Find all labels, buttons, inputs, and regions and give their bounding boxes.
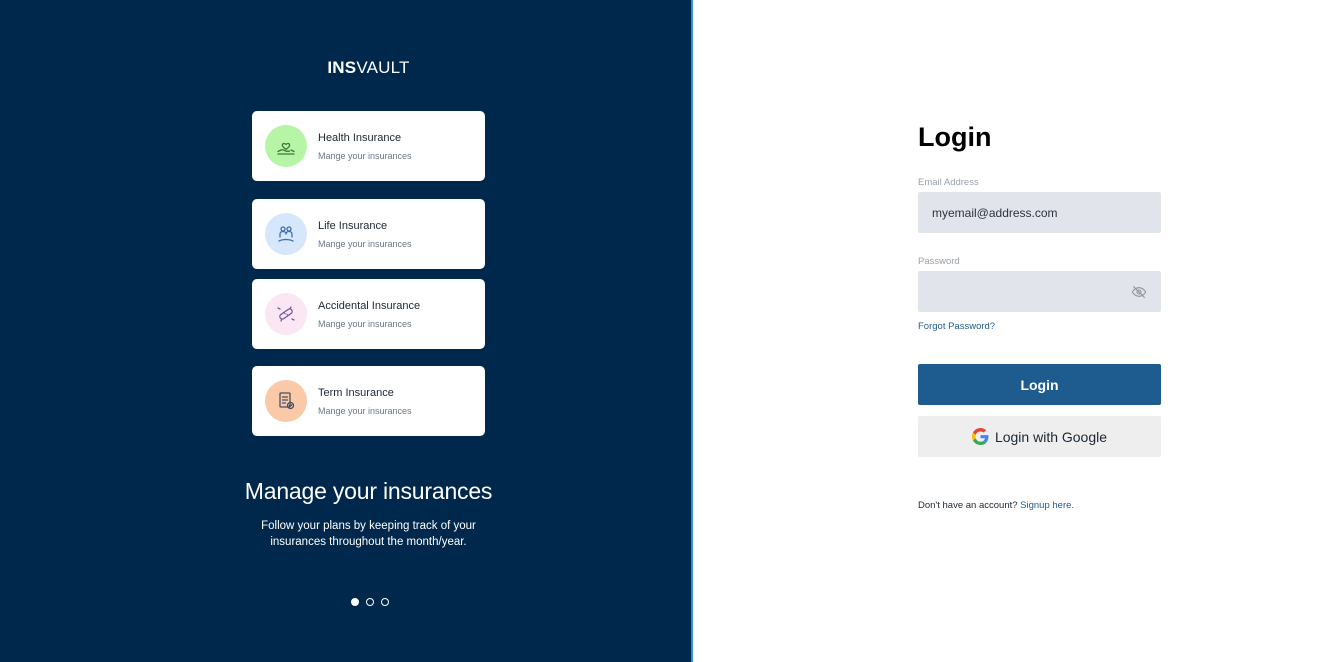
accident-bandage-icon (265, 293, 307, 335)
signup-prompt: Don't have an account? (918, 500, 1018, 511)
email-field[interactable] (918, 192, 1161, 233)
eye-off-icon[interactable] (1130, 284, 1148, 300)
google-icon (971, 428, 989, 445)
health-hand-heart-icon (265, 125, 307, 167)
panel-divider (691, 0, 693, 662)
card-subtitle: Mange your insurances (318, 239, 412, 249)
login-button[interactable]: Login (918, 364, 1161, 405)
signup-row: Don't have an account? Signup here. (918, 500, 1074, 511)
card-life-insurance[interactable]: Life Insurance Mange your insurances (252, 199, 485, 269)
carousel-dot-2[interactable] (366, 598, 374, 606)
card-title: Accidental Insurance (318, 300, 421, 312)
brand-logo-light: VAULT (356, 58, 410, 77)
brand-logo: INSVAULT (0, 58, 737, 78)
card-title: Term Insurance (318, 387, 394, 399)
carousel-dots (351, 598, 389, 606)
term-document-icon (265, 380, 307, 422)
carousel-dot-3[interactable] (381, 598, 389, 606)
carousel-dot-1[interactable] (351, 598, 359, 606)
life-family-icon (265, 213, 307, 255)
promo-description: Follow your plans by keeping track of yo… (261, 520, 476, 548)
login-title: Login (918, 122, 992, 152)
brand-logo-bold: INS (327, 58, 357, 77)
card-health-insurance[interactable]: Health Insurance Mange your insurances (252, 111, 485, 181)
card-term-insurance[interactable]: Term Insurance Mange your insurances (252, 366, 485, 436)
card-subtitle: Mange your insurances (318, 406, 412, 416)
forgot-password-link[interactable]: Forgot Password? (918, 321, 995, 332)
signup-link[interactable]: Signup here. (1020, 500, 1074, 511)
password-field[interactable] (918, 271, 1161, 312)
card-title: Health Insurance (318, 132, 402, 144)
google-login-button[interactable]: Login with Google (918, 416, 1161, 457)
password-label: Password (918, 256, 960, 267)
promo-panel: INSVAULT Health Insurance Mange your ins… (0, 0, 691, 662)
card-subtitle: Mange your insurances (318, 319, 412, 329)
google-login-label: Login with Google (994, 428, 1108, 445)
email-label: Email Address (918, 177, 979, 188)
card-accidental-insurance[interactable]: Accidental Insurance Mange your insuranc… (252, 279, 485, 349)
card-subtitle: Mange your insurances (318, 151, 412, 161)
card-title: Life Insurance (318, 220, 388, 232)
promo-headline: Manage your insurances (244, 478, 493, 504)
